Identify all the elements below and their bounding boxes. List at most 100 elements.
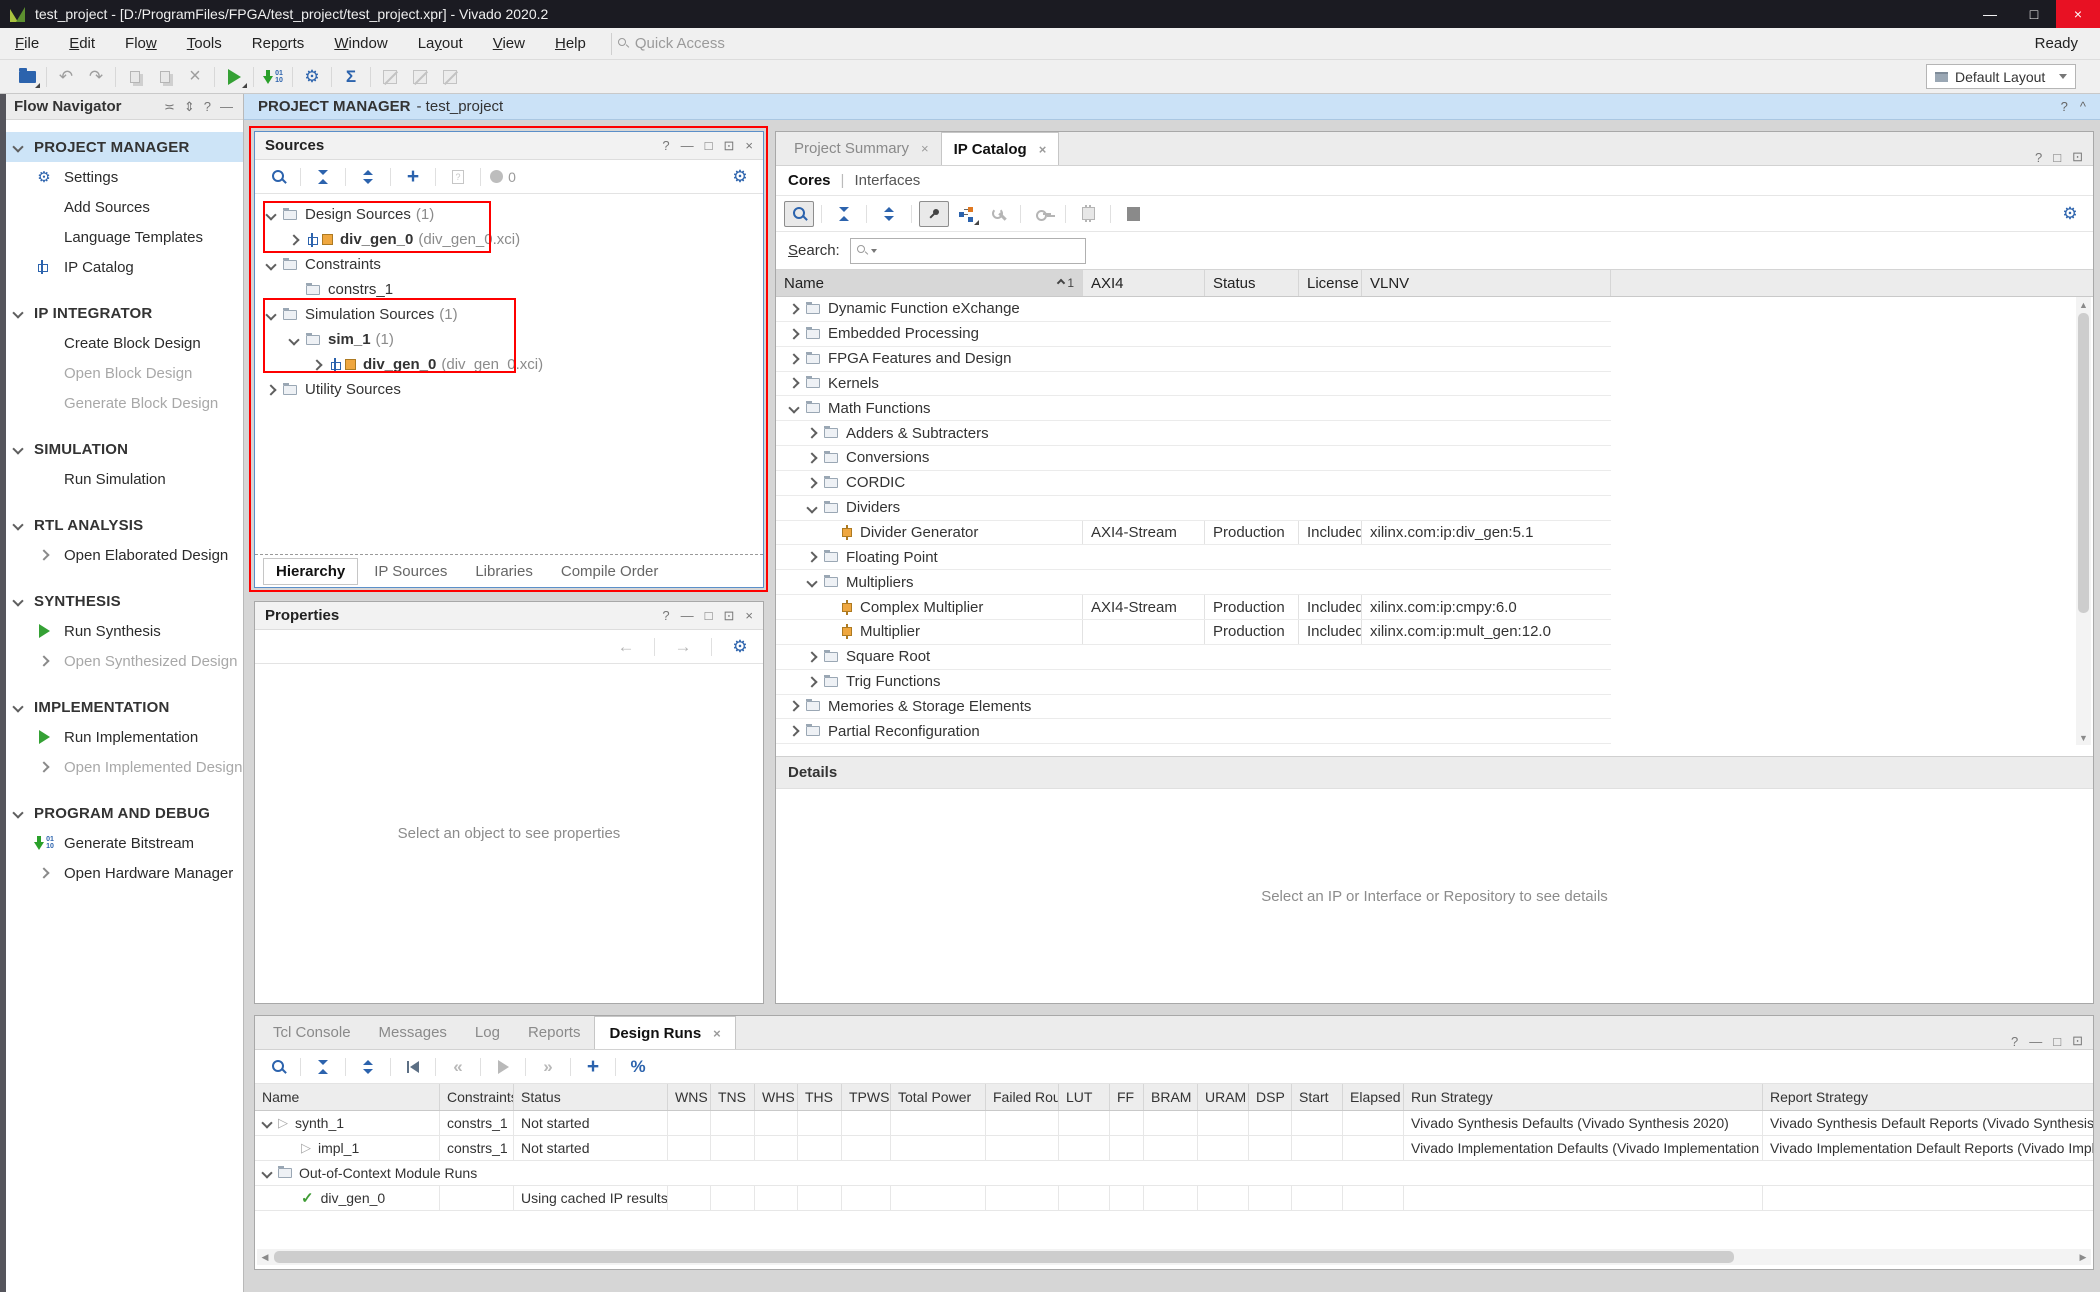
sources-panel-header[interactable]: Sources ?—□⊡×: [255, 132, 763, 160]
collapse-all-button[interactable]: [829, 201, 859, 227]
expander-icon[interactable]: [288, 234, 299, 245]
search-button[interactable]: [263, 1054, 293, 1080]
maximize-icon[interactable]: □: [2053, 150, 2061, 165]
minimize-icon[interactable]: —: [681, 608, 694, 624]
expander-icon[interactable]: [288, 334, 299, 345]
expander-icon[interactable]: [788, 701, 799, 712]
close-icon[interactable]: ×: [745, 608, 753, 624]
delete-button[interactable]: ×: [180, 64, 210, 90]
expander-icon[interactable]: [806, 452, 817, 463]
catalog-row[interactable]: Multipliers: [776, 570, 1611, 595]
catalog-row[interactable]: Multiplier Production Included xilinx.co…: [776, 620, 1611, 645]
info-button[interactable]: [1118, 201, 1148, 227]
bottom-tab[interactable]: Log×: [461, 1016, 514, 1049]
catalog-row-name[interactable]: Kernels: [776, 372, 1082, 396]
horizontal-scrollbar[interactable]: ◀ ▶: [257, 1249, 2091, 1265]
menu-help[interactable]: Help: [540, 35, 601, 52]
catalog-row[interactable]: Conversions: [776, 446, 1611, 471]
expand-all-button[interactable]: [874, 201, 904, 227]
collapse-all-button[interactable]: [308, 1054, 338, 1080]
help-icon[interactable]: ?: [662, 138, 669, 154]
tab-project-summary[interactable]: Project Summary×: [782, 132, 941, 165]
catalog-row-name[interactable]: Divider Generator: [776, 521, 1082, 545]
catalog-row[interactable]: CORDIC: [776, 471, 1611, 496]
sidebar-item-run-implementation[interactable]: Run Implementation: [0, 722, 243, 752]
expander-icon[interactable]: [788, 303, 799, 314]
help-icon[interactable]: ?: [204, 99, 211, 115]
sidebar-item-language-templates[interactable]: Language Templates: [0, 222, 243, 252]
column-header-vlnv[interactable]: VLNV: [1361, 270, 1610, 296]
expand-all-icon[interactable]: ⇕: [184, 99, 195, 115]
column-header-name[interactable]: Name1: [776, 270, 1082, 296]
scroll-left-icon[interactable]: ◀: [257, 1249, 273, 1265]
collapse-icon[interactable]: ^: [2080, 99, 2086, 114]
sidebar-item-open-hardware-manager[interactable]: Open Hardware Manager: [0, 858, 243, 888]
expand-all-button[interactable]: [353, 1054, 383, 1080]
run-button[interactable]: [219, 64, 249, 90]
column-header[interactable]: BRAM: [1143, 1084, 1197, 1110]
scrollbar-thumb[interactable]: [274, 1251, 1734, 1263]
quick-access-search[interactable]: [618, 35, 795, 52]
menu-file[interactable]: File: [0, 35, 54, 52]
catalog-row-name[interactable]: Dynamic Function eXchange: [776, 297, 1082, 321]
column-header[interactable]: TNS: [710, 1084, 754, 1110]
scroll-down-icon[interactable]: ▼: [2076, 730, 2091, 745]
sidebar-item-generate-bitstream[interactable]: 0110Generate Bitstream: [0, 828, 243, 858]
column-header[interactable]: Constraints: [439, 1084, 513, 1110]
float-icon[interactable]: ⊡: [724, 608, 735, 624]
sidebar-item-open-elaborated-design[interactable]: Open Elaborated Design: [0, 540, 243, 570]
column-header[interactable]: URAM: [1197, 1084, 1248, 1110]
sidebar-section-header-program-and-debug[interactable]: PROGRAM AND DEBUG: [0, 798, 243, 828]
source-tree-item[interactable]: Constraints: [255, 252, 763, 277]
sources-view-tab[interactable]: IP Sources: [362, 559, 459, 584]
catalog-row[interactable]: Square Root: [776, 645, 1611, 670]
help-icon[interactable]: ?: [662, 608, 669, 624]
sidebar-item-add-sources[interactable]: Add Sources: [0, 192, 243, 222]
expander-icon[interactable]: [265, 209, 276, 220]
column-header[interactable]: THS: [797, 1084, 841, 1110]
expander-icon[interactable]: [265, 384, 276, 395]
source-tree-item[interactable]: Simulation Sources (1): [255, 302, 763, 327]
catalog-row-name[interactable]: Square Root: [776, 645, 1082, 669]
minimize-icon[interactable]: —: [220, 99, 233, 115]
design-run-row[interactable]: ▷ ✓ Out-of-Context Module Runs: [255, 1161, 2093, 1186]
minimize-icon[interactable]: —: [2029, 1034, 2042, 1049]
column-header[interactable]: DSP: [1248, 1084, 1291, 1110]
maximize-icon[interactable]: □: [705, 608, 713, 624]
float-icon[interactable]: ⊡: [724, 138, 735, 154]
catalog-row-name[interactable]: Math Functions: [776, 396, 1082, 420]
minimize-icon[interactable]: —: [681, 138, 694, 154]
catalog-row[interactable]: Memories & Storage Elements: [776, 695, 1611, 720]
column-header[interactable]: Status: [513, 1084, 667, 1110]
catalog-row-name[interactable]: Conversions: [776, 446, 1082, 470]
expander-icon[interactable]: [788, 353, 799, 364]
go-to-first-button[interactable]: [398, 1054, 428, 1080]
bottom-tab[interactable]: Tcl Console×: [259, 1016, 365, 1049]
generate-bitstream-button[interactable]: 0110: [258, 64, 288, 90]
catalog-row[interactable]: Floating Point: [776, 545, 1611, 570]
menu-edit[interactable]: Edit: [54, 35, 110, 52]
expander-icon[interactable]: [788, 403, 799, 414]
bottom-tab[interactable]: Messages×: [365, 1016, 461, 1049]
sidebar-item-run-simulation[interactable]: Run Simulation: [0, 464, 243, 494]
float-icon[interactable]: ⊡: [2072, 149, 2083, 165]
expander-icon[interactable]: [265, 259, 276, 270]
tab-ip-catalog[interactable]: IP Catalog×: [941, 132, 1060, 165]
bottom-tab[interactable]: Reports×: [514, 1016, 595, 1049]
expander-icon[interactable]: [788, 726, 799, 737]
sidebar-item-create-block-design[interactable]: Create Block Design: [0, 328, 243, 358]
expander-icon[interactable]: [265, 309, 276, 320]
expander-icon[interactable]: [806, 577, 817, 588]
sidebar-item-ip-catalog[interactable]: IP Catalog: [0, 252, 243, 282]
source-tree-item[interactable]: div_gen_0 (div_gen_0.xci): [255, 227, 763, 252]
close-icon[interactable]: ×: [745, 138, 753, 154]
run-name-cell[interactable]: ▷ ✓ Out-of-Context Module Runs: [255, 1161, 2093, 1185]
add-sources-button[interactable]: +: [398, 164, 428, 190]
catalog-row[interactable]: Divider Generator AXI4-Stream Production…: [776, 521, 1611, 546]
column-header[interactable]: TPWS: [841, 1084, 890, 1110]
scrollbar-thumb[interactable]: [2078, 313, 2089, 613]
expander-icon[interactable]: [806, 651, 817, 662]
column-header[interactable]: FF: [1109, 1084, 1143, 1110]
sources-settings-button[interactable]: ⚙: [725, 164, 755, 190]
bottom-tab[interactable]: Design Runs×: [594, 1016, 735, 1049]
